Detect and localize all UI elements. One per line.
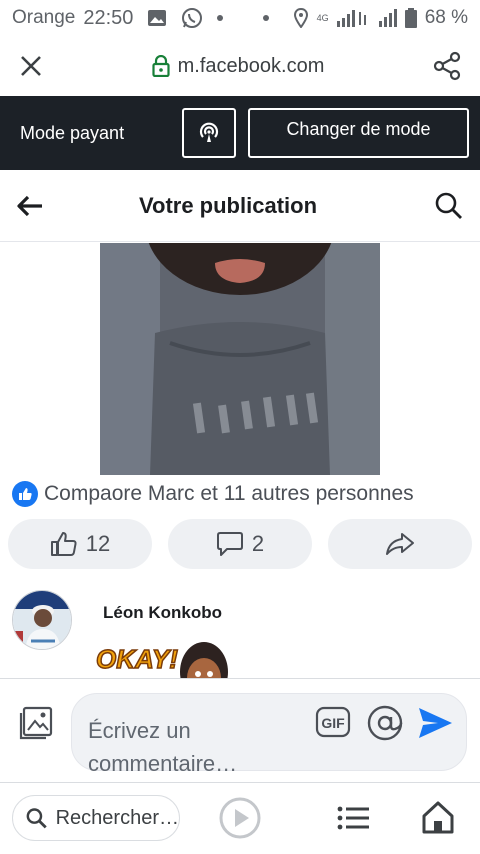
play-icon[interactable] — [218, 796, 262, 840]
page-header: Votre publication — [0, 170, 480, 242]
gallery-icon — [148, 10, 167, 26]
bottom-search-label: Rechercher… — [55, 806, 179, 829]
share-icon[interactable] — [432, 51, 462, 81]
thumbs-up-icon — [50, 532, 77, 556]
paid-mode-bar: Mode payant Changer de mode — [0, 96, 480, 170]
comment-placeholder: Écrivez un commentaire… — [88, 718, 238, 776]
search-icon — [26, 808, 47, 829]
battery-level: 68 % — [424, 7, 468, 28]
broadcast-icon — [199, 122, 219, 142]
comment-count: 2 — [251, 531, 265, 556]
share-arrow-icon — [386, 533, 414, 555]
comment-composer: Écrivez un commentaire… GIF — [0, 678, 480, 778]
reactions-summary[interactable]: Compaore Marc et 11 autres personnes — [12, 480, 414, 508]
home-icon[interactable] — [420, 799, 456, 835]
comment-button[interactable]: 2 — [168, 519, 312, 569]
url-field[interactable]: m.facebook.com — [44, 55, 432, 78]
like-reaction-icon — [12, 481, 38, 507]
status-bar: Orange 22:50 4G 68 % — [0, 0, 480, 36]
comment-item: Léon Konkobo OKAY! — [12, 588, 472, 678]
close-icon[interactable] — [18, 53, 44, 79]
back-arrow-icon[interactable] — [16, 194, 44, 218]
photo-icon — [19, 706, 53, 740]
carrier-name: Orange — [12, 7, 76, 28]
search-icon[interactable] — [434, 191, 464, 221]
okay-sticker: OKAY! — [94, 638, 244, 678]
battery-icon — [404, 8, 417, 28]
avatar[interactable] — [12, 590, 72, 650]
change-mode-button[interactable]: Changer de mode — [248, 108, 469, 158]
send-icon[interactable] — [416, 704, 454, 742]
signal-icon — [336, 10, 366, 27]
mention-at-icon[interactable] — [366, 704, 404, 742]
sticker-okay-lettering: OKAY! — [96, 644, 178, 674]
comment-bubble-icon — [216, 532, 243, 556]
add-photo-button[interactable] — [16, 703, 56, 743]
browser-url-bar: m.facebook.com — [0, 36, 480, 96]
lock-icon — [152, 55, 170, 77]
location-icon — [293, 8, 308, 28]
like-count: 12 — [85, 531, 111, 556]
post-photo[interactable] — [100, 243, 380, 475]
reactions-text: Compaore Marc et 11 autres personnes — [44, 482, 414, 505]
url-text: m.facebook.com — [177, 54, 325, 77]
network-type: 4G — [316, 13, 329, 23]
data-mode-button[interactable] — [182, 108, 236, 158]
like-button[interactable]: 12 — [8, 519, 152, 569]
svg-text:GIF: GIF — [321, 715, 345, 731]
share-button[interactable] — [328, 519, 472, 569]
browser-bottom-nav: Rechercher… — [0, 782, 480, 854]
page-title: Votre publication — [138, 192, 318, 218]
whatsapp-icon — [182, 8, 203, 28]
clock: 22:50 — [83, 6, 134, 29]
bottom-search-button[interactable]: Rechercher… — [12, 795, 180, 841]
comment-input[interactable]: Écrivez un commentaire… GIF — [71, 693, 467, 776]
notification-dot-icon — [217, 15, 224, 21]
comment-author[interactable]: Léon Konkobo — [103, 603, 222, 623]
signal-icon — [378, 9, 397, 27]
post-actions: 12 2 — [8, 519, 472, 569]
paid-mode-label: Mode payant — [20, 122, 125, 143]
gif-button[interactable]: GIF — [315, 706, 351, 738]
notification-dot-icon — [262, 15, 269, 21]
menu-list-icon[interactable] — [336, 803, 372, 833]
